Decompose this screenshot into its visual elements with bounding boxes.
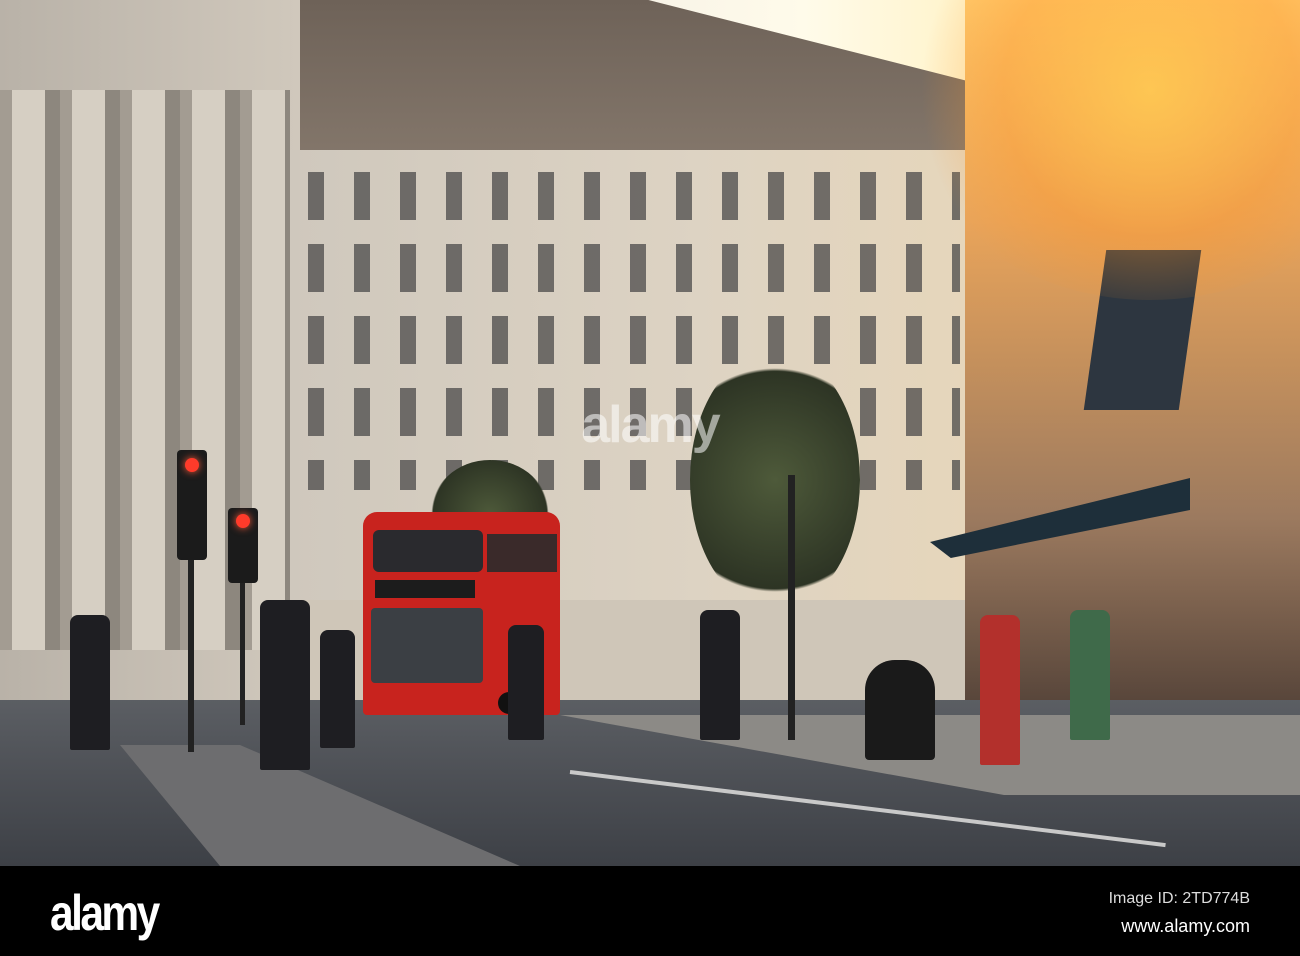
image-id: Image ID: 2TD774B xyxy=(1108,890,1250,907)
pedestrian xyxy=(980,615,1020,765)
footer-bar: alamy Image ID: 2TD774B www.alamy.com xyxy=(0,866,1300,956)
traffic-light-pole xyxy=(240,570,245,725)
alamy-logo: alamy xyxy=(50,885,160,941)
red-light xyxy=(185,458,199,472)
bus-side-window xyxy=(487,534,557,572)
traffic-light-pole xyxy=(188,530,194,752)
traffic-light xyxy=(177,450,207,560)
website-link[interactable]: www.alamy.com xyxy=(1121,916,1250,937)
traffic-light-pole xyxy=(788,475,795,740)
bus-lower-window xyxy=(371,608,483,683)
street-photo: alamy xyxy=(0,0,1300,866)
watermark: alamy xyxy=(581,396,720,454)
pedestrian xyxy=(260,600,310,770)
pedestrian xyxy=(1070,610,1110,740)
tree xyxy=(690,350,860,610)
pedestrian xyxy=(320,630,355,748)
bus-upper-window xyxy=(373,530,483,572)
pedestrian xyxy=(508,625,544,740)
bus-destination-sign xyxy=(375,580,475,598)
pedestrian xyxy=(700,610,740,740)
pedestrian xyxy=(70,615,110,750)
red-light xyxy=(236,514,250,528)
litter-bin xyxy=(865,660,935,760)
traffic-light xyxy=(228,508,258,583)
